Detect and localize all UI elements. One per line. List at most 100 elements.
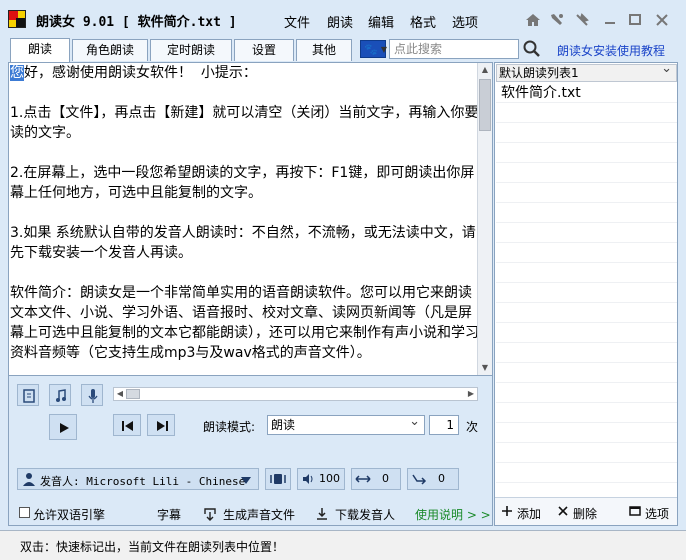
- playlist-empty-row[interactable]: [496, 423, 677, 443]
- playlist-empty-row[interactable]: [496, 263, 677, 283]
- open-file-icon[interactable]: [17, 384, 39, 406]
- scroll-down-icon[interactable]: ▼: [478, 361, 492, 375]
- playlist-empty-row[interactable]: [496, 283, 677, 303]
- playlist-empty-row[interactable]: [496, 403, 677, 423]
- editor-line: 软件简介：朗读女是一个非常简单实用的语音朗读软件。您可以用它来朗读文本文件、小说…: [10, 283, 479, 363]
- playlist-empty-row[interactable]: [496, 243, 677, 263]
- editor-line: 您好，感谢使用朗读女软件！ 小提示：: [10, 63, 479, 83]
- download-icon: [317, 508, 327, 520]
- line-text: 好，感谢使用朗读女软件！ 小提示：: [24, 65, 257, 81]
- vertical-scrollbar[interactable]: ▲ ▼: [477, 63, 492, 375]
- sound-effect-icon[interactable]: [265, 468, 291, 490]
- read-mode-select[interactable]: 朗读: [267, 413, 425, 435]
- volume-control[interactable]: 100: [297, 468, 345, 490]
- scroll-right-icon[interactable]: ▶: [465, 388, 477, 400]
- person-icon: [23, 473, 35, 486]
- tab-read[interactable]: 朗读: [10, 38, 70, 62]
- playlist-select[interactable]: 默认朗读列表1: [496, 61, 677, 82]
- editor-text[interactable]: 您好，感谢使用朗读女软件！ 小提示： 1.点击【文件】，再点击【新建】就可以清空（…: [9, 63, 479, 363]
- music-note-icon[interactable]: [49, 384, 71, 406]
- microphone-icon[interactable]: [81, 384, 103, 406]
- editor-line: 1.点击【文件】，再点击【新建】就可以清空（关闭）当前文字，再输入你要读的文字。: [10, 103, 479, 143]
- playlist-empty-row[interactable]: [496, 183, 677, 203]
- search-input[interactable]: [389, 39, 519, 59]
- rate-control[interactable]: 0: [351, 468, 401, 490]
- repeat-times-input[interactable]: 1: [429, 415, 459, 435]
- delete-icon[interactable]: [557, 505, 569, 519]
- maximize-icon[interactable]: [625, 10, 645, 30]
- usage-guide-link[interactable]: 使用说明 > >: [415, 506, 491, 523]
- playlist-empty-row[interactable]: [496, 163, 677, 183]
- dual-engine-checkbox[interactable]: [19, 507, 30, 518]
- tab-role-read[interactable]: 角色朗读: [72, 39, 148, 61]
- line-text: 1.点击【文件】，再点击【新建】就可以清空（关闭）当前文字，再输入你要读的文字。: [10, 105, 479, 141]
- playlist-empty-row[interactable]: [496, 143, 677, 163]
- vertical-scroll-thumb[interactable]: [479, 79, 491, 131]
- editor-line: 2.在屏幕上，选中一段您希望朗读的文字，再按下：F1键，即可朗读出你屏幕上任何地…: [10, 163, 479, 203]
- home-icon[interactable]: [523, 10, 543, 30]
- controls-bottom-row: 允许双语引擎 字幕 生成声音文件 下载发音人 使用说明 > >: [9, 500, 494, 526]
- add-icon[interactable]: [501, 505, 513, 519]
- pitch-icon: [412, 474, 427, 485]
- menu-file[interactable]: 文件: [284, 12, 310, 31]
- tab-other[interactable]: 其他: [296, 39, 352, 61]
- editor-line: 3.如果 系统默认自带的发音人朗读时：不自然，不流畅，或无法读中文，请先下载安装…: [10, 223, 479, 263]
- tools-icon[interactable]: [547, 10, 567, 30]
- menu-format[interactable]: 格式: [410, 12, 436, 31]
- add-button[interactable]: 添加: [517, 505, 541, 522]
- playlist-empty-row[interactable]: [496, 323, 677, 343]
- dual-engine-label: 允许双语引擎: [33, 508, 106, 522]
- menu-read[interactable]: 朗读: [327, 12, 353, 31]
- options-icon[interactable]: [629, 505, 641, 519]
- menu-edit[interactable]: 编辑: [368, 12, 394, 31]
- subtitle-button[interactable]: 字幕: [157, 506, 181, 523]
- text-editor[interactable]: 您好，感谢使用朗读女软件！ 小提示： 1.点击【文件】，再点击【新建】就可以清空（…: [8, 62, 493, 376]
- line-text: 2.在屏幕上，选中一段您希望朗读的文字，再按下：F1键，即可朗读出你屏幕上任何地…: [10, 165, 475, 201]
- editor-line: [10, 143, 479, 163]
- pitch-control[interactable]: 0: [407, 468, 459, 490]
- rate-arrows-icon: [355, 475, 371, 483]
- previous-button[interactable]: [113, 414, 141, 436]
- playlist-empty-row[interactable]: [496, 363, 677, 383]
- voice-select[interactable]: 发音人: Microsoft Lili - Chinese: [17, 468, 259, 490]
- playlist-empty-row[interactable]: [496, 443, 677, 463]
- download-voice-button[interactable]: 下载发音人: [335, 506, 395, 523]
- read-mode-label: 朗读模式:: [203, 420, 256, 434]
- playlist-empty-row[interactable]: [496, 463, 677, 483]
- volume-value: 100: [319, 472, 340, 485]
- editor-line: [10, 203, 479, 223]
- close-icon[interactable]: [652, 10, 672, 30]
- line-text: 软件简介：朗读女是一个非常简单实用的语音朗读软件。您可以用它来朗读文本文件、小说…: [10, 285, 479, 361]
- scroll-left-icon[interactable]: ◀: [114, 388, 126, 400]
- delete-button[interactable]: 删除: [573, 505, 597, 522]
- app-logo-icon: [8, 10, 26, 28]
- play-button[interactable]: [49, 414, 77, 440]
- playlist-empty-row[interactable]: [496, 343, 677, 363]
- playlist-item[interactable]: 软件简介.txt: [496, 83, 677, 103]
- pin-icon[interactable]: [572, 10, 592, 30]
- tab-timed-read[interactable]: 定时朗读: [150, 39, 232, 61]
- playlist-empty-row[interactable]: [496, 203, 677, 223]
- scroll-up-icon[interactable]: ▲: [478, 63, 492, 77]
- playlist-empty-row[interactable]: [496, 103, 677, 123]
- next-button[interactable]: [147, 414, 175, 436]
- progress-scrollbar[interactable]: ◀ ▶: [113, 387, 478, 401]
- repeat-times-label: 次: [466, 420, 479, 434]
- baidu-paw-icon[interactable]: 🐾: [360, 40, 387, 59]
- tab-settings[interactable]: 设置: [234, 39, 294, 61]
- generate-audio-icon: [204, 508, 216, 521]
- playlist-empty-row[interactable]: [496, 303, 677, 323]
- playlist-empty-row[interactable]: [496, 383, 677, 403]
- minimize-icon[interactable]: [600, 10, 620, 30]
- status-text: 双击：快速标记出，当前文件在朗读列表中位置！: [20, 540, 285, 554]
- playlist-empty-row[interactable]: [496, 223, 677, 243]
- selected-text: 您: [10, 65, 24, 81]
- progress-thumb[interactable]: [126, 389, 140, 399]
- menu-options[interactable]: 选项: [452, 12, 478, 31]
- generate-audio-button[interactable]: 生成声音文件: [223, 506, 295, 523]
- search-icon[interactable]: [522, 39, 542, 59]
- playlist: 软件简介.txt: [496, 83, 677, 495]
- install-tutorial-link[interactable]: 朗读女安装使用教程: [557, 42, 665, 59]
- playlist-empty-row[interactable]: [496, 123, 677, 143]
- options-button[interactable]: 选项: [645, 505, 669, 522]
